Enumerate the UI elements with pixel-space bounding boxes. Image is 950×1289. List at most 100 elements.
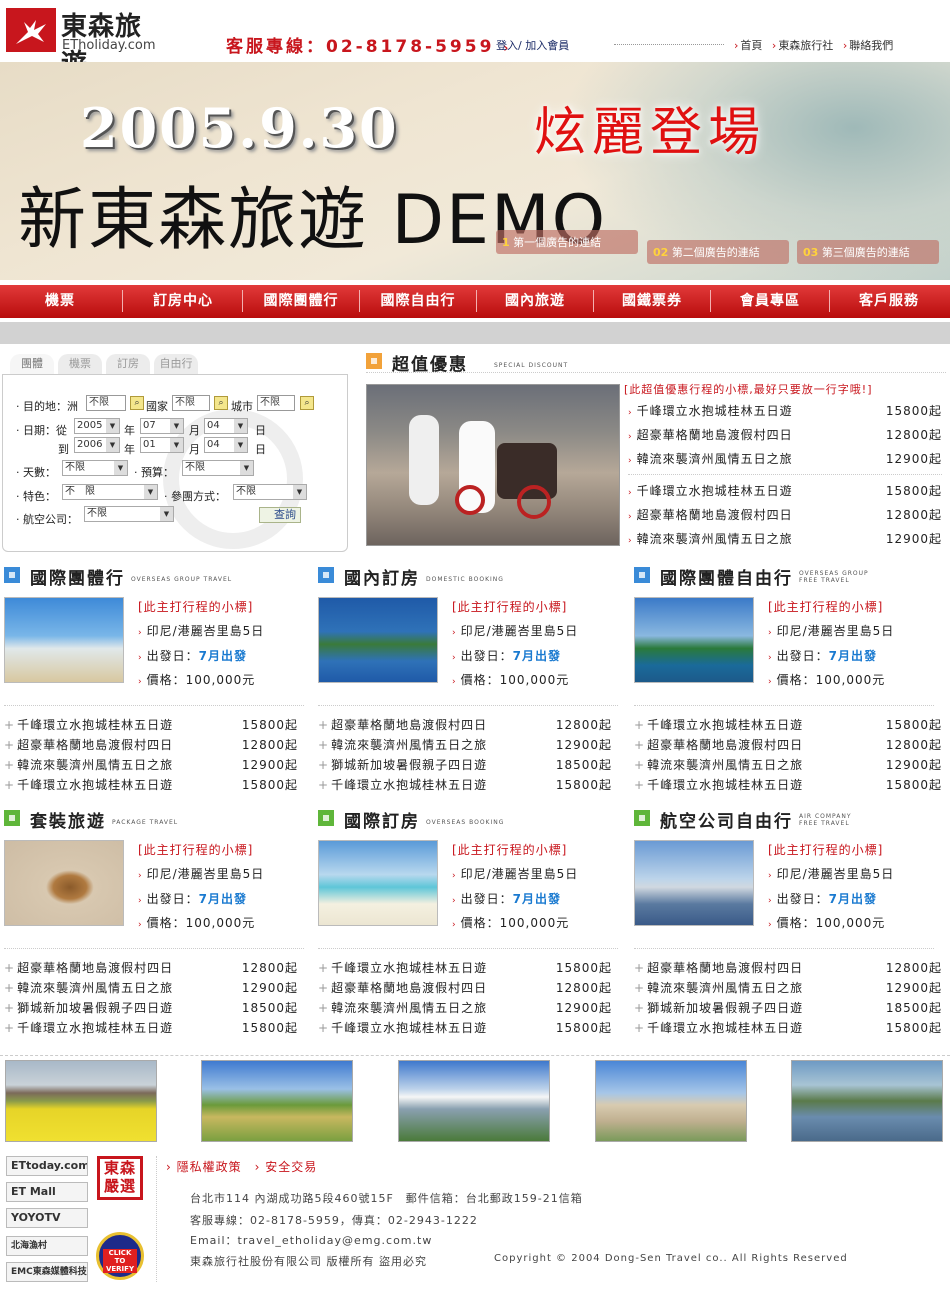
top-nav-contact[interactable]: 聯絡我們	[849, 39, 893, 52]
footer-email[interactable]: Email：travel_etholiday@emg.com.tw	[190, 1232, 432, 1248]
list-item[interactable]: + 超豪華格蘭地島渡假村四日 12800起	[634, 736, 942, 754]
list-item[interactable]: + 千峰環立水抱城桂林五日遊 15800起	[4, 776, 298, 794]
join-method-select[interactable]: 不限 ▼	[233, 484, 307, 500]
search-icon[interactable]: ⌕	[214, 396, 228, 410]
photo-palace[interactable]	[595, 1060, 747, 1142]
join-link[interactable]: 加入會員	[525, 39, 569, 52]
menu-item-hotels[interactable]: 訂房中心	[124, 284, 242, 318]
list-item[interactable]: + 韓流來襲濟州風情五日之旅 12900起	[4, 979, 298, 997]
tab-hotels[interactable]: 訂房	[106, 354, 150, 374]
privacy-link[interactable]: 隱私權政策	[177, 1160, 242, 1174]
list-item[interactable]: › 韓流來襲濟州風情五日之旅 12900起	[628, 450, 942, 470]
days-select[interactable]: 不限 ▼	[62, 460, 128, 476]
list-item[interactable]: + 韓流來襲濟州風情五日之旅 12900起	[4, 756, 298, 774]
partner-logo-ettoday[interactable]: ETtoday.com	[6, 1156, 88, 1176]
photo-alps-mountain[interactable]	[398, 1060, 550, 1142]
menu-item-flights[interactable]: 機票	[0, 284, 120, 318]
menu-item-intl-free[interactable]: 國際自由行	[360, 284, 476, 318]
banner-ad-link-1[interactable]: 1 第一個廣告的連結	[496, 230, 638, 254]
tab-flights[interactable]: 機票	[58, 354, 102, 374]
tab-group[interactable]: 團體	[10, 354, 54, 374]
list-item[interactable]: + 獅城新加坡暑假親子四日遊 18500起	[4, 999, 298, 1017]
list-item[interactable]: › 超豪華格蘭地島渡假村四日 12800起	[628, 506, 942, 526]
list-item[interactable]: + 超豪華格蘭地島渡假村四日 12800起	[318, 716, 612, 734]
section-photo[interactable]	[318, 840, 438, 926]
tab-free-travel[interactable]: 自由行	[154, 354, 198, 374]
list-item[interactable]: + 超豪華格蘭地島渡假村四日 12800起	[318, 979, 612, 997]
horse-carriage-photo[interactable]	[366, 384, 620, 546]
section-photo[interactable]	[4, 597, 124, 683]
list-item[interactable]: + 千峰環立水抱城桂林五日遊 15800起	[634, 1019, 942, 1037]
list-item[interactable]: + 千峰環立水抱城桂林五日遊 15800起	[634, 716, 942, 734]
menu-item-members[interactable]: 會員專區	[711, 284, 829, 318]
from-day-select[interactable]: 04 ▼	[204, 418, 248, 434]
list-item[interactable]: + 獅城新加坡暑假親子四日遊 18500起	[318, 756, 612, 774]
section-title[interactable]: 國際訂房	[344, 807, 420, 832]
top-nav-home[interactable]: 首頁	[740, 39, 762, 52]
to-day-select[interactable]: 04 ▼	[204, 437, 248, 453]
menu-item-domestic[interactable]: 國內旅遊	[477, 284, 593, 318]
search-icon[interactable]: ⌕	[130, 396, 144, 410]
list-item[interactable]: + 千峰環立水抱城桂林五日遊 15800起	[4, 1019, 298, 1037]
trip-name[interactable]: › 印尼/港麗峇里島5日	[452, 622, 578, 639]
section-title[interactable]: 套裝旅遊	[30, 807, 106, 832]
from-year-select[interactable]: 2005 ▼	[74, 418, 120, 434]
trip-name[interactable]: › 印尼/港麗峇里島5日	[768, 865, 894, 882]
photo-meadow-path[interactable]	[201, 1060, 353, 1142]
top-nav-agency[interactable]: 東森旅行社	[778, 39, 833, 52]
partner-logo-seafood[interactable]: 北海漁村	[6, 1236, 88, 1256]
section-photo[interactable]	[634, 597, 754, 683]
from-month-select[interactable]: 07 ▼	[140, 418, 184, 434]
menu-item-intl-group[interactable]: 國際團體行	[243, 284, 359, 318]
list-item[interactable]: › 千峰環立水抱城桂林五日遊 15800起	[628, 482, 942, 502]
partner-logo-yoyotv[interactable]: YOYOTV	[6, 1208, 88, 1228]
section-photo[interactable]	[634, 840, 754, 926]
list-item[interactable]: + 超豪華格蘭地島渡假村四日 12800起	[4, 959, 298, 977]
to-year-select[interactable]: 2006 ▼	[74, 437, 120, 453]
partner-logo-etmall[interactable]: ET Mall	[6, 1182, 88, 1202]
verify-seal-icon[interactable]: CLICK TO VERIFY	[96, 1232, 144, 1280]
trip-name[interactable]: › 印尼/港麗峇里島5日	[768, 622, 894, 639]
section-title[interactable]: 國際團體自由行	[660, 564, 793, 589]
photo-lake-village[interactable]	[791, 1060, 943, 1142]
list-item[interactable]: › 千峰環立水抱城桂林五日遊 15800起	[628, 402, 942, 422]
list-item[interactable]: + 千峰環立水抱城桂林五日遊 15800起	[318, 1019, 612, 1037]
list-item[interactable]: + 千峰環立水抱城桂林五日遊 15800起	[634, 776, 942, 794]
trip-name[interactable]: › 印尼/港麗峇里島5日	[138, 865, 264, 882]
list-item[interactable]: › 超豪華格蘭地島渡假村四日 12800起	[628, 426, 942, 446]
secure-trade-link[interactable]: 安全交易	[265, 1160, 317, 1174]
feature-select[interactable]: 不 限 ▼	[62, 484, 158, 500]
list-item[interactable]: › 韓流來襲濟州風情五日之旅 12900起	[628, 530, 942, 550]
section-title[interactable]: 航空公司自由行	[660, 807, 793, 832]
list-item[interactable]: + 韓流來襲濟州風情五日之旅 12900起	[634, 756, 942, 774]
menu-item-rail[interactable]: 國鐵票券	[594, 284, 710, 318]
brand-logo[interactable]: 東森旅遊 ETholiday.com	[6, 4, 166, 79]
section-photo[interactable]	[318, 597, 438, 683]
section-title[interactable]: 國內訂房	[344, 564, 420, 589]
query-button[interactable]: 查詢	[259, 507, 301, 523]
list-item[interactable]: + 獅城新加坡暑假親子四日遊 18500起	[634, 999, 942, 1017]
login-link[interactable]: 登入	[496, 39, 518, 52]
city-input[interactable]: 不限	[257, 395, 295, 411]
list-item[interactable]: + 千峰環立水抱城桂林五日遊 15800起	[318, 776, 612, 794]
banner-ad-link-2[interactable]: 02 第二個廣告的連結	[647, 240, 789, 264]
trip-name[interactable]: › 印尼/港麗峇里島5日	[452, 865, 578, 882]
list-item[interactable]: + 韓流來襲濟州風情五日之旅 12900起	[318, 999, 612, 1017]
trip-name[interactable]: › 印尼/港麗峇里島5日	[138, 622, 264, 639]
budget-select[interactable]: 不限 ▼	[182, 460, 254, 476]
to-month-select[interactable]: 01 ▼	[140, 437, 184, 453]
menu-item-service[interactable]: 客戶服務	[830, 284, 948, 318]
search-icon[interactable]: ⌕	[300, 396, 314, 410]
list-item[interactable]: + 千峰環立水抱城桂林五日遊 15800起	[4, 716, 298, 734]
list-item[interactable]: + 超豪華格蘭地島渡假村四日 12800起	[4, 736, 298, 754]
airline-select[interactable]: 不限 ▼	[84, 506, 174, 522]
photo-town-rapeseed[interactable]	[5, 1060, 157, 1142]
partner-logo-emc[interactable]: EMC東森媒體科技	[6, 1262, 88, 1282]
list-item[interactable]: + 韓流來襲濟州風情五日之旅 12900起	[318, 736, 612, 754]
section-title[interactable]: 國際團體行	[30, 564, 125, 589]
banner-ad-link-3[interactable]: 03 第三個廣告的連結	[797, 240, 939, 264]
continent-input[interactable]: 不限	[86, 395, 126, 411]
country-input[interactable]: 不限	[172, 395, 210, 411]
section-photo[interactable]	[4, 840, 124, 926]
list-item[interactable]: + 韓流來襲濟州風情五日之旅 12900起	[634, 979, 942, 997]
